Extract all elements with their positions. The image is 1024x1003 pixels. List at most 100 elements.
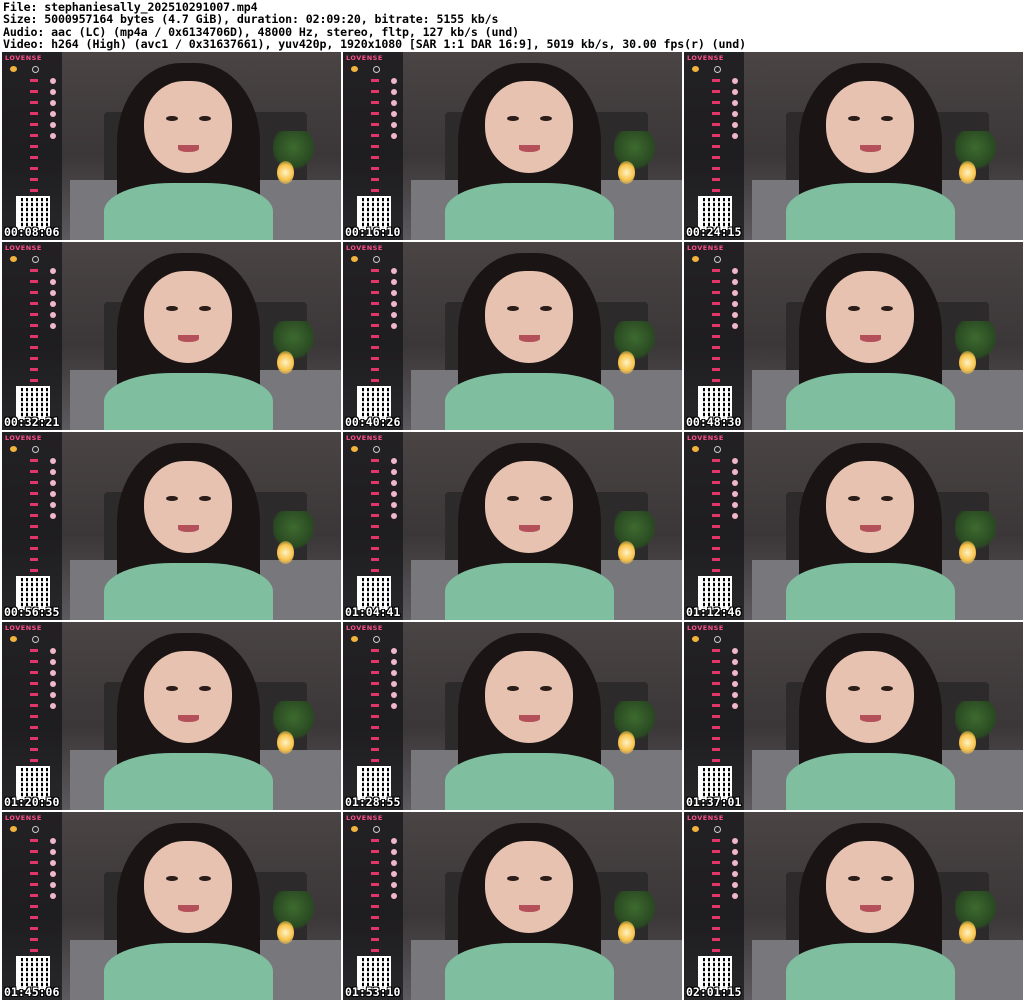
tier-level-bar [371, 671, 379, 674]
tier-level-bar [30, 167, 38, 170]
tier-level-bar [30, 269, 38, 272]
tier-dot-icon [391, 959, 397, 965]
video-thumbnail[interactable]: LOVENSE 00:24:15 [684, 52, 1023, 240]
tier-level-bar [712, 704, 720, 707]
tier-dot-icon [391, 714, 397, 720]
coin-icon [10, 446, 17, 452]
tier-level-bar [712, 547, 720, 550]
tier-level-bar [371, 134, 379, 137]
tier-dot-icon [732, 155, 738, 161]
tier-level-bar [712, 302, 720, 305]
tier-dot-icon [391, 871, 397, 877]
tier-dot-icon [732, 681, 738, 687]
tier-level-bar [371, 927, 379, 930]
video-thumbnail[interactable]: LOVENSE 00:08:06 [2, 52, 341, 240]
video-thumbnail[interactable]: LOVENSE 01:45:06 [2, 812, 341, 1000]
tier-dot-icon [732, 714, 738, 720]
tier-level-bar [371, 291, 379, 294]
person-figure [103, 253, 274, 430]
tier-dot-icon [50, 769, 56, 775]
tier-level-bar [712, 269, 720, 272]
video-thumbnail[interactable]: LOVENSE 00:56:35 [2, 432, 341, 620]
tier-dot-icon [732, 568, 738, 574]
video-thumbnail[interactable]: LOVENSE 01:53:10 [343, 812, 682, 1000]
tier-dot-icon [391, 535, 397, 541]
coin-icon [10, 66, 17, 72]
tier-dot-icon [732, 882, 738, 888]
tier-dot-icon [391, 323, 397, 329]
tier-dot-icon [391, 199, 397, 205]
tier-dot-icon [50, 849, 56, 855]
file-info-header: File: stephaniesally_202510291007.mp4 Si… [3, 1, 1021, 51]
tier-dot-icon [732, 100, 738, 106]
lovense-logo: LOVENSE [687, 434, 724, 442]
person-figure [103, 63, 274, 240]
coin-icon [351, 446, 358, 452]
video-thumbnail[interactable]: LOVENSE 02:01:15 [684, 812, 1023, 1000]
clock-icon [373, 66, 380, 73]
tier-level-bar [371, 145, 379, 148]
tier-level-bar [371, 123, 379, 126]
tier-dot-icon [732, 648, 738, 654]
tier-dot-icon [732, 524, 738, 530]
tier-dot-icon [391, 524, 397, 530]
video-thumbnail[interactable]: LOVENSE 00:48:30 [684, 242, 1023, 430]
video-thumbnail[interactable]: LOVENSE 01:37:01 [684, 622, 1023, 810]
tier-level-bar [712, 905, 720, 908]
tier-dot-icon [50, 312, 56, 318]
tier-level-bar [371, 916, 379, 919]
tier-dot-icon [50, 290, 56, 296]
clock-icon [373, 636, 380, 643]
tier-level-bar [30, 737, 38, 740]
tier-level-bar [712, 178, 720, 181]
tier-dot-icon [391, 469, 397, 475]
tier-level-bar [712, 189, 720, 192]
tier-level-bar [712, 481, 720, 484]
thumbnail-timestamp: 00:16:10 [345, 225, 401, 239]
video-thumbnail[interactable]: LOVENSE 01:20:50 [2, 622, 341, 810]
tier-level-bar [30, 291, 38, 294]
tier-level-bar [712, 112, 720, 115]
tier-dot-icon [732, 111, 738, 117]
video-thumbnail[interactable]: LOVENSE 00:16:10 [343, 52, 682, 240]
tier-dot-icon [391, 849, 397, 855]
tier-level-bar [30, 536, 38, 539]
tier-level-bar [371, 693, 379, 696]
tier-level-bar [30, 357, 38, 360]
tier-dot-icon [50, 89, 56, 95]
video-thumbnail[interactable]: LOVENSE 01:12:46 [684, 432, 1023, 620]
tier-level-bar [371, 269, 379, 272]
tier-dot-icon [50, 747, 56, 753]
tier-dot-icon [50, 122, 56, 128]
video-thumbnail[interactable]: LOVENSE 00:40:26 [343, 242, 682, 430]
tier-dot-icon [50, 648, 56, 654]
tier-dot-icon [50, 480, 56, 486]
tier-dot-icon [50, 557, 56, 563]
tier-dot-icon [391, 670, 397, 676]
tier-dot-icon [50, 524, 56, 530]
video-thumbnail[interactable]: LOVENSE 01:04:41 [343, 432, 682, 620]
tier-level-bar [30, 156, 38, 159]
tier-level-bar [712, 145, 720, 148]
tier-dot-icon [50, 568, 56, 574]
tier-dot-icon [732, 491, 738, 497]
thumbnail-timestamp: 00:48:30 [686, 415, 742, 429]
tier-dot-icon [50, 736, 56, 742]
tier-dot-icon [50, 144, 56, 150]
tier-dot-icon [50, 959, 56, 965]
tier-level-bar [712, 938, 720, 941]
tier-level-bar [30, 90, 38, 93]
tier-dot-icon [50, 714, 56, 720]
lovense-logo: LOVENSE [687, 54, 724, 62]
tier-dot-icon [50, 915, 56, 921]
tier-dot-icon [50, 513, 56, 519]
tier-level-bar [712, 470, 720, 473]
tier-dot-icon [391, 502, 397, 508]
tier-dot-icon [391, 144, 397, 150]
tier-dot-icon [50, 323, 56, 329]
video-thumbnail[interactable]: LOVENSE 01:28:55 [343, 622, 682, 810]
video-thumbnail[interactable]: LOVENSE 00:32:21 [2, 242, 341, 430]
tier-level-bar [30, 748, 38, 751]
tier-dot-icon [50, 166, 56, 172]
tier-level-bar [371, 547, 379, 550]
